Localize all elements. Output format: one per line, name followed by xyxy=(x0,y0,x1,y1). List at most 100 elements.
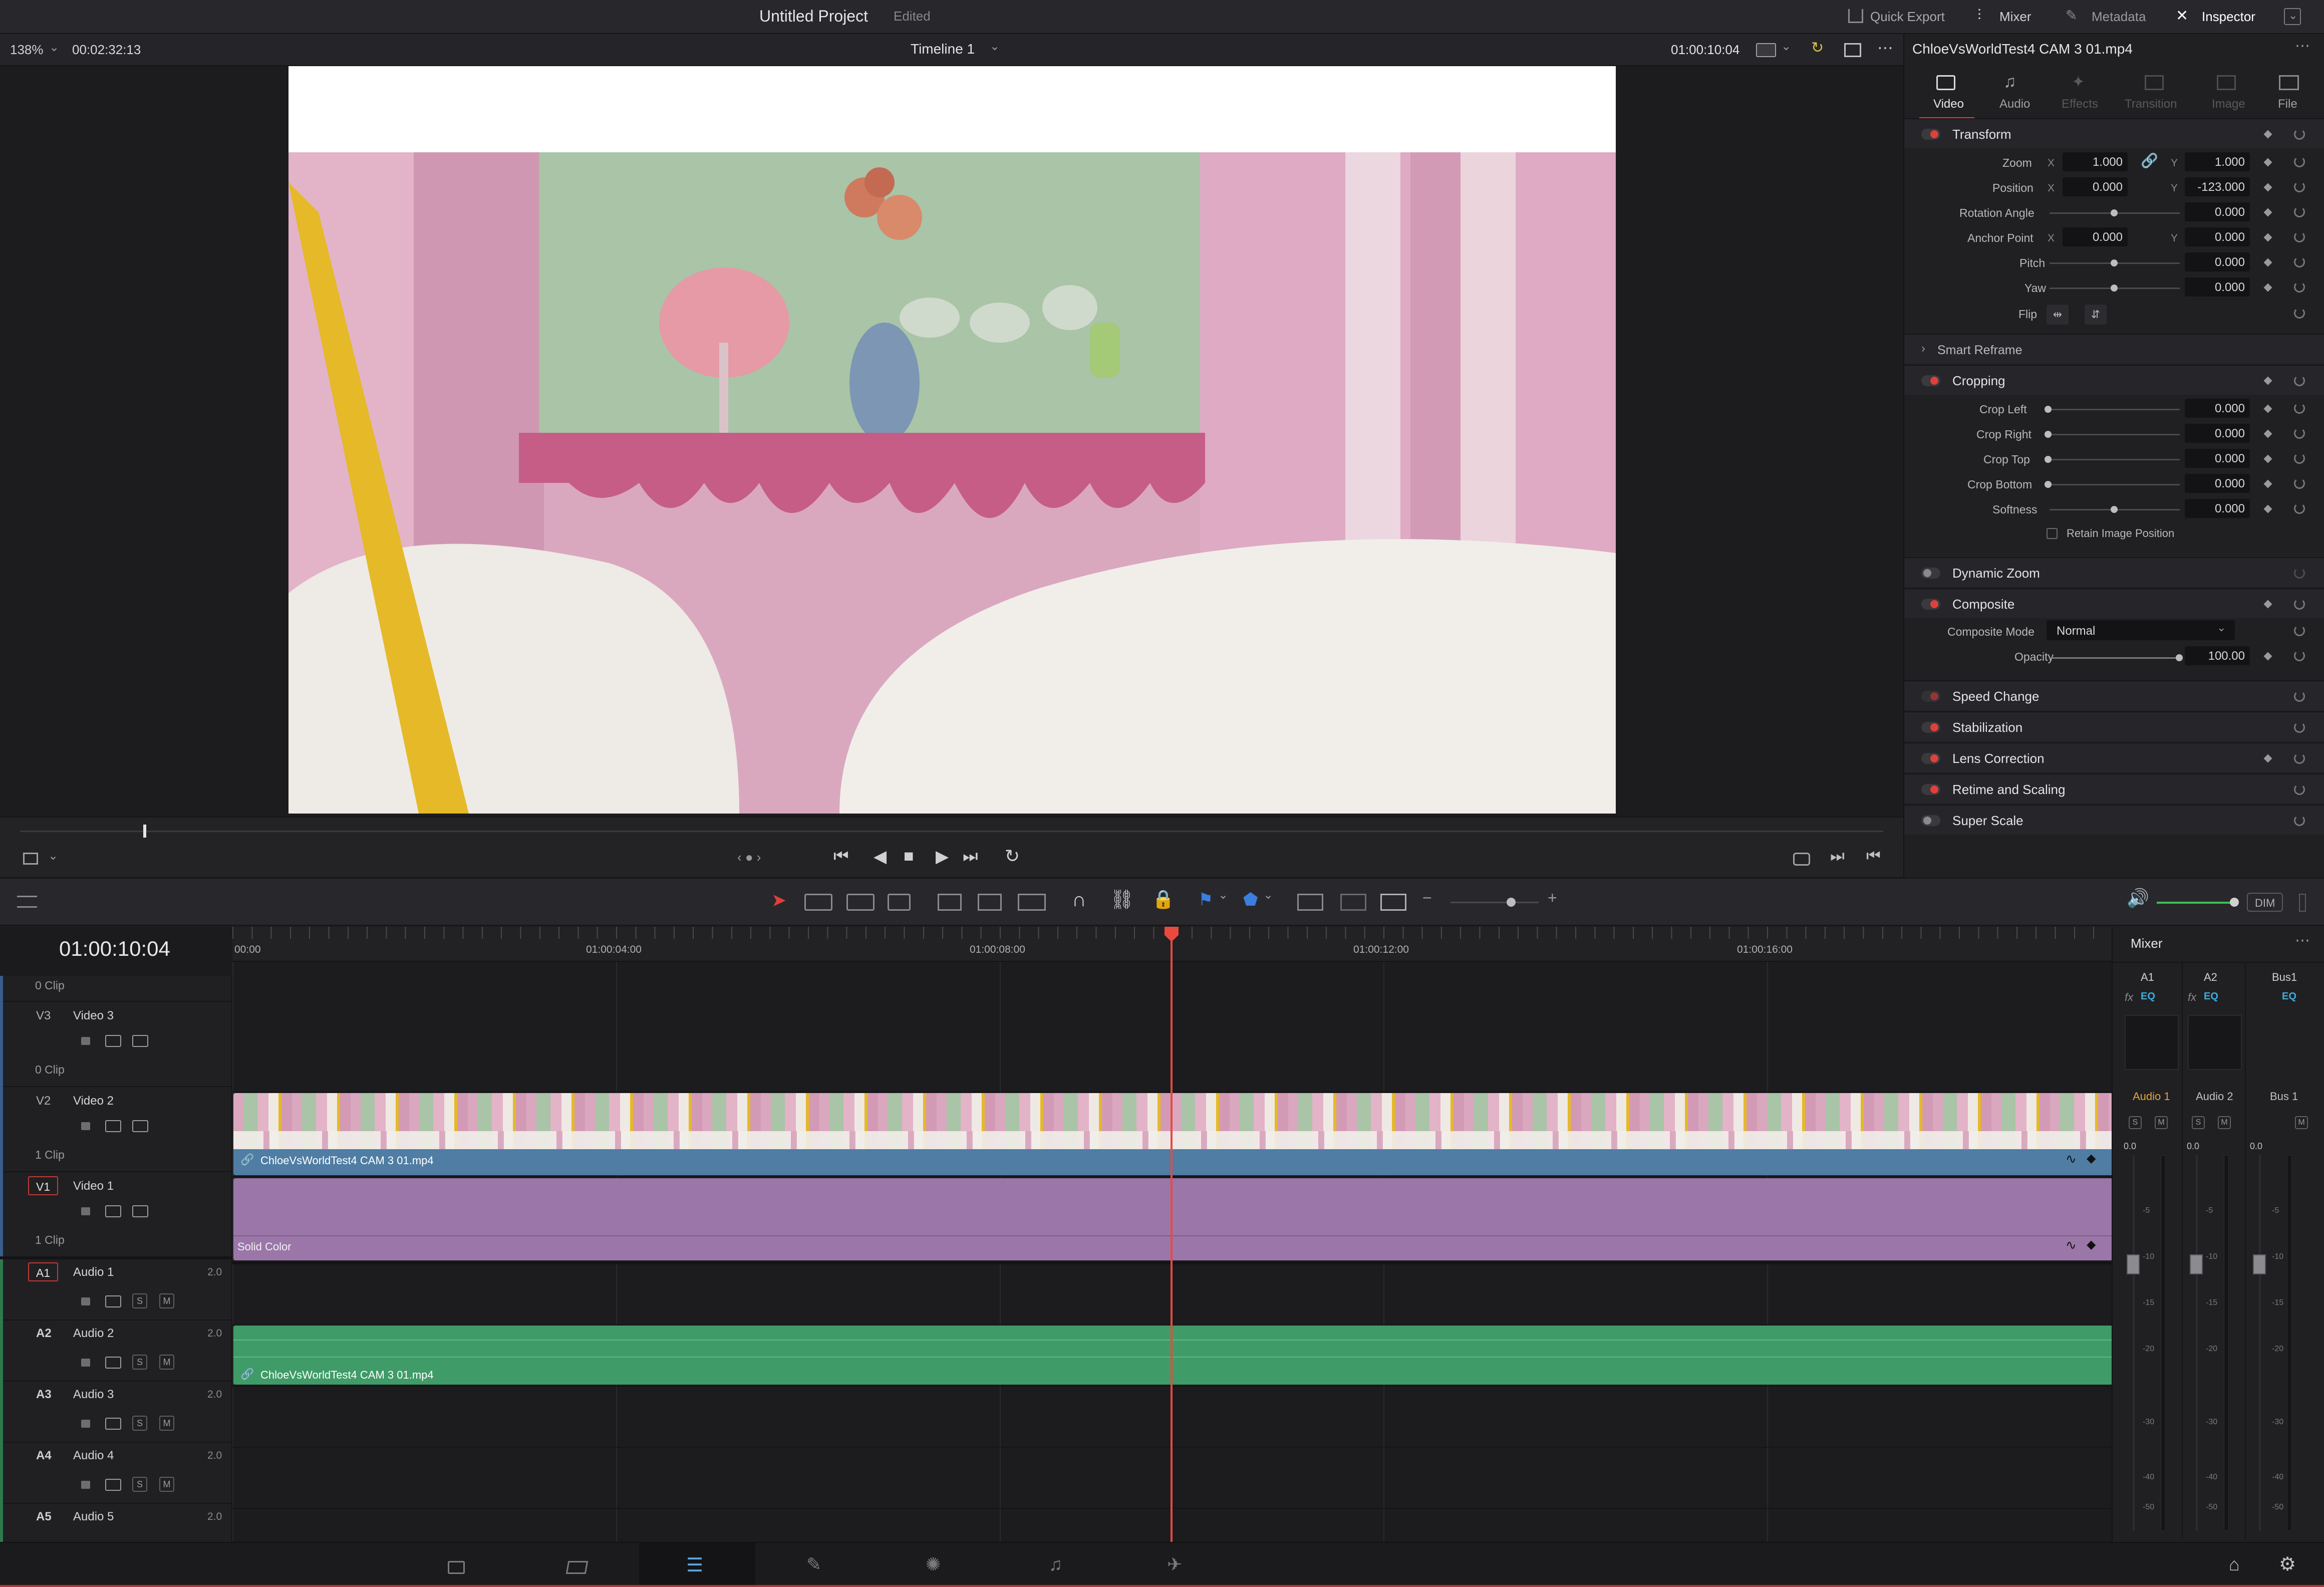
chevron-down-icon[interactable]: ⌄ xyxy=(1218,888,1228,902)
link-icon[interactable]: 🔗 xyxy=(2141,152,2158,169)
zoom-full-icon[interactable] xyxy=(1297,894,1323,911)
snapping-icon[interactable]: ∩ xyxy=(1072,889,1086,911)
lock-icon[interactable] xyxy=(81,1207,90,1215)
crop-bottom-slider[interactable] xyxy=(2050,484,2180,485)
keyframe-icon[interactable] xyxy=(2263,183,2272,192)
replace-clip-icon[interactable] xyxy=(1018,894,1046,911)
cropping-toggle[interactable] xyxy=(1921,375,1940,386)
lock-icon[interactable] xyxy=(81,1122,90,1130)
tab-image[interactable]: Image xyxy=(2198,66,2253,119)
prev-edit-icon[interactable]: ⏮ xyxy=(1866,847,1881,866)
reset-icon[interactable] xyxy=(2294,403,2305,414)
keyframe-icon[interactable] xyxy=(2263,454,2272,463)
softness-field[interactable]: 0.000 xyxy=(2185,499,2250,518)
reset-icon[interactable] xyxy=(2294,181,2305,192)
color-picker-icon[interactable]: ↻ xyxy=(1811,39,1824,57)
home-icon[interactable]: ⌂ xyxy=(2229,1554,2240,1575)
reset-icon[interactable] xyxy=(2294,156,2305,167)
linked-selection-icon[interactable]: ⛓ xyxy=(1110,889,1134,911)
reset-icon[interactable] xyxy=(2294,815,2305,826)
crop-top-field[interactable]: 0.000 xyxy=(2185,449,2250,468)
keyframe-icon[interactable] xyxy=(2263,130,2272,139)
overwrite-clip-icon[interactable] xyxy=(978,894,1002,911)
zoom-out-icon[interactable]: − xyxy=(1422,889,1432,907)
timeline-options-icon[interactable] xyxy=(17,896,37,908)
deliver-page-icon[interactable]: ✈ xyxy=(1167,1554,1182,1575)
cropping-section-header[interactable]: Cropping xyxy=(1904,365,2324,395)
color-page-icon[interactable]: ✺ xyxy=(926,1554,941,1575)
track-visibility-icon[interactable] xyxy=(132,1035,148,1047)
rotation-field[interactable]: 0.000 xyxy=(2185,202,2250,221)
zoom-custom-icon[interactable] xyxy=(1380,894,1406,911)
reset-icon[interactable] xyxy=(2294,282,2305,293)
composite-section-header[interactable]: Composite xyxy=(1904,588,2324,618)
reset-icon[interactable] xyxy=(2294,129,2305,140)
track-header-v2[interactable]: V2 Video 2 1 Clip xyxy=(0,1087,232,1171)
track-header-a1[interactable]: A1 Audio 1 2.0 S M xyxy=(0,1259,232,1319)
mixer-tab[interactable]: ⫶ Mixer xyxy=(1977,6,2048,28)
viewer-image[interactable] xyxy=(288,152,1616,814)
viewer-mode-icon[interactable] xyxy=(23,853,38,865)
reset-icon[interactable] xyxy=(2294,722,2305,733)
flip-horizontal-icon[interactable]: ⇹ xyxy=(2047,305,2069,325)
tab-audio[interactable]: ♫ Audio xyxy=(1981,66,2044,119)
quick-export-button[interactable]: Quick Export xyxy=(1848,6,1948,28)
transform-section-header[interactable]: Transform xyxy=(1904,118,2324,148)
flag-icon[interactable]: ⚑ xyxy=(1198,890,1213,910)
smart-reframe-section[interactable]: › Smart Reframe xyxy=(1904,334,2324,364)
slider-handle[interactable] xyxy=(2045,481,2052,488)
lens-correction-toggle[interactable] xyxy=(1921,753,1940,764)
flip-vertical-icon[interactable]: ⇵ xyxy=(2085,305,2107,325)
crop-bottom-field[interactable]: 0.000 xyxy=(2185,474,2250,493)
track-visibility-icon[interactable] xyxy=(132,1120,148,1132)
play-icon[interactable]: ▶ xyxy=(936,847,949,867)
solid-color-clip[interactable]: Solid Color ∿ ◆ xyxy=(233,1178,2113,1260)
composite-toggle[interactable] xyxy=(1921,599,1940,610)
keyframe-icon[interactable] xyxy=(2263,479,2272,488)
zoom-y-field[interactable]: 1.000 xyxy=(2185,152,2250,171)
anchor-x-field[interactable]: 0.000 xyxy=(2063,227,2128,246)
lens-correction-section-header[interactable]: Lens Correction xyxy=(1904,742,2324,772)
blade-tool-icon[interactable] xyxy=(888,894,911,911)
go-to-end-icon[interactable]: ⏭ xyxy=(963,847,978,866)
auto-select-icon[interactable] xyxy=(105,1295,121,1307)
slider-handle[interactable] xyxy=(2230,898,2239,907)
fader-handle[interactable] xyxy=(2127,1254,2140,1274)
keyframe-icon[interactable] xyxy=(2263,504,2272,513)
zoom-level[interactable]: 138% xyxy=(10,42,44,58)
curve-icon[interactable]: ∿ xyxy=(2066,1151,2077,1167)
cut-page-icon[interactable] xyxy=(565,1561,589,1574)
keyframe-icon[interactable] xyxy=(2263,754,2272,763)
opacity-field[interactable]: 100.00 xyxy=(2185,646,2250,665)
dynamic-zoom-section-header[interactable]: Dynamic Zoom xyxy=(1904,557,2324,587)
zoom-in-icon[interactable]: + xyxy=(1548,889,1557,907)
lock-icon[interactable] xyxy=(81,1481,90,1489)
reset-icon[interactable] xyxy=(2294,784,2305,795)
audio-clip-a2[interactable]: 🔗 ChloeVsWorldTest4 CAM 3 01.mp4 xyxy=(233,1326,2113,1385)
marker-icon[interactable]: ⬟ xyxy=(1243,890,1258,910)
reset-icon[interactable] xyxy=(2294,428,2305,439)
panel-expand-button[interactable]: ⌄ xyxy=(2284,8,2301,25)
solo-button[interactable]: S xyxy=(132,1477,147,1492)
timeline-selector[interactable]: Timeline 1 xyxy=(911,41,975,57)
auto-select-icon[interactable] xyxy=(105,1205,121,1217)
fader-handle[interactable] xyxy=(2253,1254,2266,1274)
go-to-start-icon[interactable]: ⏮ xyxy=(833,847,849,866)
reset-icon[interactable] xyxy=(2294,625,2305,636)
slider-handle[interactable] xyxy=(1507,898,1516,907)
shuttle-control[interactable]: ‹ ● › xyxy=(737,850,761,865)
keyframe-icon[interactable] xyxy=(2263,600,2272,609)
lock-icon[interactable] xyxy=(81,1297,90,1305)
more-options-icon[interactable]: ⋯ xyxy=(1877,38,1893,57)
reset-icon[interactable] xyxy=(2294,691,2305,702)
retime-toggle[interactable] xyxy=(1921,784,1940,795)
inspector-tab[interactable]: ✕ Inspector xyxy=(2176,6,2266,28)
meter-icon[interactable] xyxy=(2299,894,2306,912)
auto-select-icon[interactable] xyxy=(105,1120,121,1132)
yaw-field[interactable]: 0.000 xyxy=(2185,278,2250,297)
lock-icon[interactable] xyxy=(81,1420,90,1428)
playhead[interactable] xyxy=(1171,930,1173,1542)
mute-button[interactable]: M xyxy=(159,1477,174,1492)
mute-button[interactable]: M xyxy=(159,1355,174,1370)
lock-icon[interactable] xyxy=(81,1037,90,1045)
